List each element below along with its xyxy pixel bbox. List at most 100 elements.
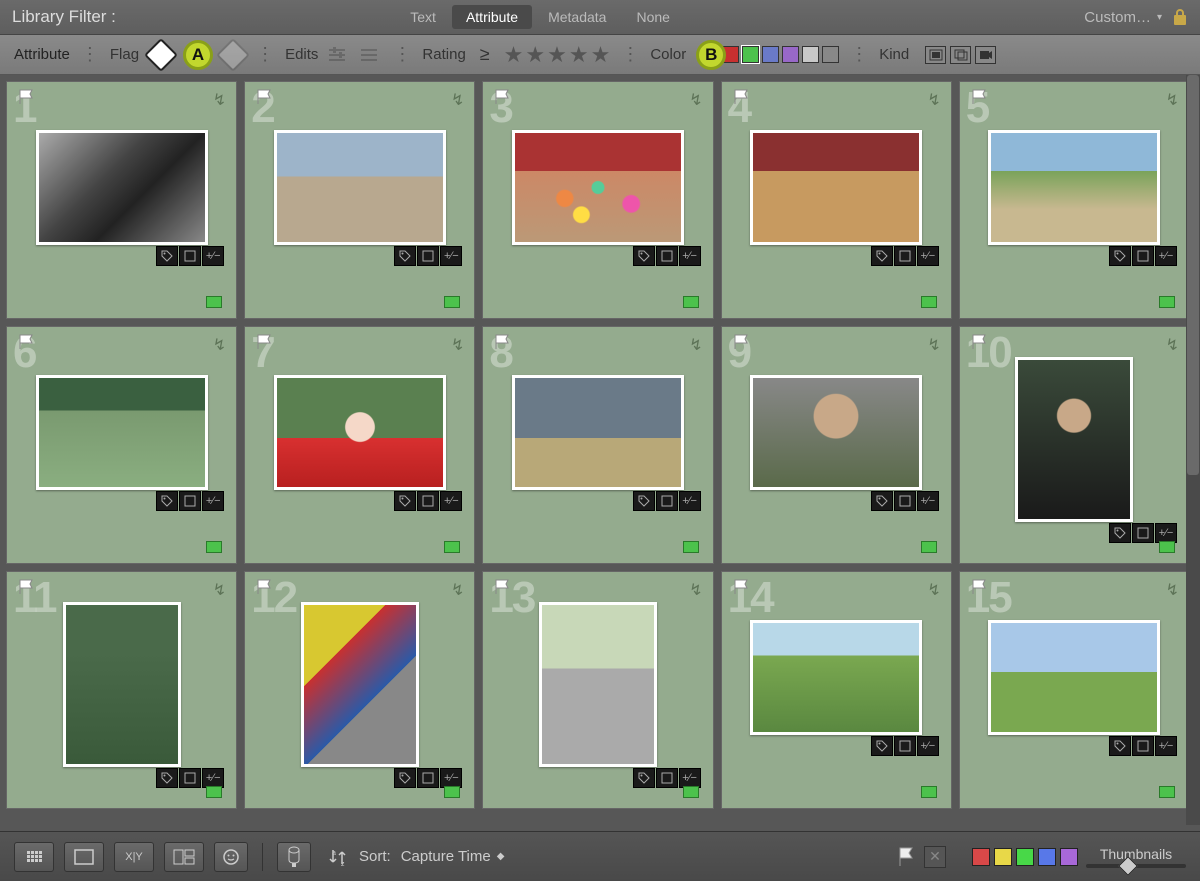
badge-develop-icon[interactable]: +⁄− (679, 768, 701, 788)
cell-pin-icon[interactable]: ↯ (451, 90, 464, 110)
badge-crop-icon[interactable] (179, 491, 201, 511)
thumbnail-image[interactable] (539, 602, 657, 767)
thumbnail-image[interactable] (512, 130, 684, 245)
badge-keyword-icon[interactable] (394, 768, 416, 788)
badge-develop-icon[interactable]: +⁄− (440, 768, 462, 788)
star-4-icon[interactable]: ★ (569, 42, 589, 68)
label-red-button[interactable] (972, 848, 990, 866)
thumbnail-cell[interactable]: 10 ↯ +⁄− (959, 326, 1190, 564)
color-swatch-purple[interactable] (782, 46, 799, 63)
thumbnail-cell[interactable]: 14 ↯ +⁄− (721, 571, 952, 809)
badge-crop-icon[interactable] (656, 491, 678, 511)
thumbnail-cell[interactable]: 2 ↯ +⁄− (244, 81, 475, 319)
thumbnail-cell[interactable]: 12 ↯ +⁄− (244, 571, 475, 809)
thumbnail-size-slider[interactable] (1086, 864, 1186, 868)
grid-scrollbar[interactable] (1186, 75, 1200, 825)
kind-virtual-icon[interactable] (950, 46, 971, 64)
view-grid-button[interactable] (14, 842, 54, 872)
badge-develop-icon[interactable]: +⁄− (440, 491, 462, 511)
badge-keyword-icon[interactable] (633, 246, 655, 266)
label-green-button[interactable] (1016, 848, 1034, 866)
cell-color-label[interactable] (683, 296, 699, 308)
thumbnail-image[interactable] (988, 130, 1160, 245)
filter-tab-attribute[interactable]: Attribute (452, 5, 532, 29)
cell-color-label[interactable] (206, 541, 222, 553)
badge-crop-icon[interactable] (1132, 736, 1154, 756)
cell-pin-icon[interactable]: ↯ (689, 335, 702, 355)
cell-pin-icon[interactable]: ↯ (689, 90, 702, 110)
badge-keyword-icon[interactable] (871, 736, 893, 756)
badge-keyword-icon[interactable] (871, 246, 893, 266)
filter-tab-none[interactable]: None (622, 5, 683, 29)
color-swatch-green[interactable] (742, 46, 759, 63)
thumbnail-image[interactable] (1015, 357, 1133, 522)
badge-develop-icon[interactable]: +⁄− (1155, 736, 1177, 756)
thumbnail-cell[interactable]: 9 ↯ +⁄− (721, 326, 952, 564)
thumbnail-cell[interactable]: 3 ↯ +⁄− (482, 81, 713, 319)
thumbnail-image[interactable] (988, 620, 1160, 735)
badge-develop-icon[interactable]: +⁄− (202, 246, 224, 266)
cell-flag-icon[interactable] (17, 88, 35, 106)
cell-pin-icon[interactable]: ↯ (1166, 580, 1179, 600)
thumbnail-image[interactable] (36, 130, 208, 245)
cell-flag-icon[interactable] (970, 578, 988, 596)
cell-flag-icon[interactable] (493, 578, 511, 596)
view-compare-button[interactable]: X|Y (114, 842, 154, 872)
cell-color-label[interactable] (683, 541, 699, 553)
cell-flag-icon[interactable] (17, 578, 35, 596)
thumbnail-cell[interactable]: 5 ↯ +⁄− (959, 81, 1190, 319)
thumbnail-cell[interactable]: 15 ↯ +⁄− (959, 571, 1190, 809)
badge-crop-icon[interactable] (894, 246, 916, 266)
cell-color-label[interactable] (444, 296, 460, 308)
flag-picked-icon[interactable] (144, 38, 178, 72)
cell-pin-icon[interactable]: ↯ (927, 90, 940, 110)
badge-keyword-icon[interactable] (871, 491, 893, 511)
thumbnail-image[interactable] (274, 375, 446, 490)
cell-color-label[interactable] (683, 786, 699, 798)
thumbnail-cell[interactable]: 4 ↯ +⁄− (721, 81, 952, 319)
badge-develop-icon[interactable]: +⁄− (917, 491, 939, 511)
view-survey-button[interactable] (164, 842, 204, 872)
sort-direction-icon[interactable]: az (327, 846, 349, 868)
color-swatch-none[interactable] (802, 46, 819, 63)
badge-keyword-icon[interactable] (156, 768, 178, 788)
cell-flag-icon[interactable] (970, 333, 988, 351)
badge-crop-icon[interactable] (656, 768, 678, 788)
filter-preset-dropdown[interactable]: Custom… ▾ (1084, 9, 1162, 26)
lock-icon[interactable] (1172, 8, 1188, 26)
badge-crop-icon[interactable] (417, 491, 439, 511)
cell-flag-icon[interactable] (493, 88, 511, 106)
cell-pin-icon[interactable]: ↯ (451, 335, 464, 355)
cell-flag-icon[interactable] (255, 578, 273, 596)
cell-flag-icon[interactable] (255, 88, 273, 106)
label-blue-button[interactable] (1038, 848, 1056, 866)
cell-color-label[interactable] (921, 296, 937, 308)
cell-color-label[interactable] (444, 541, 460, 553)
thumbnail-cell[interactable]: 13 ↯ +⁄− (482, 571, 713, 809)
cell-color-label[interactable] (1159, 541, 1175, 553)
badge-keyword-icon[interactable] (1109, 523, 1131, 543)
thumbnail-image[interactable] (512, 375, 684, 490)
cell-flag-icon[interactable] (732, 578, 750, 596)
badge-develop-icon[interactable]: +⁄− (440, 246, 462, 266)
filter-tab-text[interactable]: Text (396, 5, 450, 29)
cell-pin-icon[interactable]: ↯ (927, 335, 940, 355)
thumbnail-cell[interactable]: 6 ↯ +⁄− (6, 326, 237, 564)
thumbnail-image[interactable] (301, 602, 419, 767)
badge-keyword-icon[interactable] (394, 246, 416, 266)
cell-pin-icon[interactable]: ↯ (213, 580, 226, 600)
badge-keyword-icon[interactable] (633, 491, 655, 511)
badge-crop-icon[interactable] (656, 246, 678, 266)
thumbnail-cell[interactable]: 7 ↯ +⁄− (244, 326, 475, 564)
badge-develop-icon[interactable]: +⁄− (202, 491, 224, 511)
cell-flag-icon[interactable] (493, 333, 511, 351)
cell-color-label[interactable] (921, 786, 937, 798)
filter-tab-metadata[interactable]: Metadata (534, 5, 620, 29)
badge-develop-icon[interactable]: +⁄− (917, 246, 939, 266)
cell-flag-icon[interactable] (732, 88, 750, 106)
badge-keyword-icon[interactable] (1109, 246, 1131, 266)
color-swatch-blue[interactable] (762, 46, 779, 63)
kind-master-icon[interactable] (925, 46, 946, 64)
sort-criteria-dropdown[interactable]: Capture Time ◆ (401, 848, 505, 865)
thumbnail-image[interactable] (36, 375, 208, 490)
